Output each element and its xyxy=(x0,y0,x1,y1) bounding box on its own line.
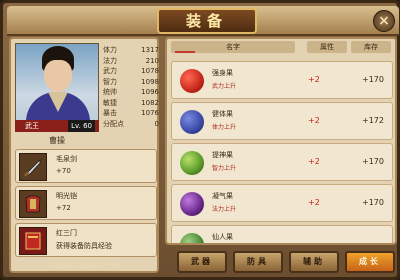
close-button[interactable]: × xyxy=(373,10,395,32)
stat-value: 210 xyxy=(145,56,159,65)
equip-name: 红三门 xyxy=(56,229,77,237)
list-item[interactable]: 提神果 智力上升 +2 +170 xyxy=(171,143,393,181)
item-name: 健体果 xyxy=(212,110,233,118)
column-header-attribute: 属性 xyxy=(307,41,347,53)
equip-bonus: +72 xyxy=(56,204,71,212)
stat-value: 1082 xyxy=(141,98,159,107)
item-list-panel: 名字 属性 库存 强身果 武力上升 +2 +170 健体果 体力上升 +2 +1… xyxy=(165,37,397,245)
item-effect: 法力上升 xyxy=(212,206,237,213)
sword-icon xyxy=(19,153,47,181)
stat-row: 体力 1317 xyxy=(103,45,159,56)
item-name: 凝气果 xyxy=(212,192,233,200)
item-name: 仙人果 xyxy=(212,233,233,241)
scroll-marker xyxy=(175,51,195,53)
stat-row: 敏捷 1082 xyxy=(103,98,159,109)
red-fruit-icon xyxy=(180,69,204,93)
stat-row: 法力 210 xyxy=(103,56,159,67)
stat-label: 法力 xyxy=(103,56,117,65)
item-stock: +172 xyxy=(362,116,384,125)
stat-label: 体力 xyxy=(103,46,117,54)
equip-name: 毛泉剑 xyxy=(56,155,77,163)
hero-level: Lv. 60 xyxy=(68,120,95,132)
item-effect: 武力上升 xyxy=(212,83,237,90)
item-effect: 智力上升 xyxy=(212,165,237,172)
stat-value: 0 xyxy=(154,119,159,128)
list-item[interactable]: 凝气果 法力上升 +2 +170 xyxy=(171,184,393,222)
tab-weapon[interactable]: 武器 xyxy=(177,251,227,273)
column-header-stock: 库存 xyxy=(351,41,391,53)
rank-bar: 武王 Lv. 60 xyxy=(15,120,99,132)
item-name: 提神果 xyxy=(212,151,233,159)
stat-row: 统帅 1096 xyxy=(103,87,159,98)
equip-name: 明光铠 xyxy=(56,192,77,200)
tab-armor[interactable]: 防具 xyxy=(233,251,283,273)
item-name: 强身果 xyxy=(212,69,233,77)
item-stock: +170 xyxy=(362,157,384,166)
item-bonus: +2 xyxy=(308,116,320,125)
hero-panel: 武王 Lv. 60 曹操 体力 1317 法力 210 武力 1078 智力 1098 … xyxy=(9,37,159,273)
equip-slot-accessory[interactable]: 红三门 获得装备防具经验 xyxy=(15,223,157,257)
list-item[interactable]: 仙人果 xyxy=(171,225,393,243)
stat-value: 1096 xyxy=(141,88,159,96)
item-bonus: +2 xyxy=(308,198,320,207)
stat-value: 1098 xyxy=(141,77,159,86)
list-item[interactable]: 健体果 体力上升 +2 +172 xyxy=(171,102,393,140)
tab-support[interactable]: 辅助 xyxy=(289,251,339,273)
stat-label: 统帅 xyxy=(103,88,117,96)
stat-label: 分配点 xyxy=(103,119,124,128)
tab-growth[interactable]: 成长 xyxy=(345,251,395,273)
stat-row: 武力 1078 xyxy=(103,66,159,77)
item-stock: +170 xyxy=(362,198,384,207)
stat-row: 智力 1098 xyxy=(103,77,159,88)
stat-row: 暴击 1076 xyxy=(103,108,159,119)
equip-note: 未经装备可对装备进行附魔 xyxy=(47,263,120,270)
green-fruit-icon xyxy=(180,151,204,175)
book-icon xyxy=(19,227,47,255)
header-bar: 装备 × xyxy=(7,6,399,36)
equip-slot-weapon[interactable]: 毛泉剑 +70 xyxy=(15,149,157,183)
stat-label: 武力 xyxy=(103,67,117,75)
stat-label: 敏捷 xyxy=(103,98,117,107)
stats-list: 体力 1317 法力 210 武力 1078 智力 1098 统帅 1096 敏捷 1082… xyxy=(103,45,159,129)
item-stock: +170 xyxy=(362,75,384,84)
stat-label: 智力 xyxy=(103,77,117,86)
leaf-fruit-icon xyxy=(180,233,204,243)
hero-name: 曹操 xyxy=(49,136,65,145)
armor-icon xyxy=(19,190,47,218)
item-effect: 体力上升 xyxy=(212,124,237,131)
stat-value: 1317 xyxy=(141,46,159,54)
item-bonus: +2 xyxy=(308,157,320,166)
equip-bonus: +70 xyxy=(56,167,71,175)
list-item[interactable]: 强身果 武力上升 +2 +170 xyxy=(171,61,393,99)
purple-fruit-icon xyxy=(180,192,204,216)
stat-label: 暴击 xyxy=(103,109,117,117)
hero-portrait xyxy=(15,43,99,131)
blue-fruit-icon xyxy=(180,110,204,134)
stat-value: 1078 xyxy=(141,67,159,75)
stat-value: 1076 xyxy=(141,109,159,117)
item-bonus: +2 xyxy=(308,75,320,84)
equip-slot-armor[interactable]: 明光铠 +72 xyxy=(15,186,157,220)
rank-title: 武王 xyxy=(25,122,39,130)
window-title: 装备 xyxy=(157,8,257,34)
stat-row: 分配点 0 xyxy=(103,119,159,130)
equipment-window: 装备 × 武王 Lv. 60 曹操 体力 1317 法力 210 武力 1078 智力… xyxy=(0,0,400,280)
equip-bonus: 获得装备防具经验 xyxy=(56,242,112,250)
